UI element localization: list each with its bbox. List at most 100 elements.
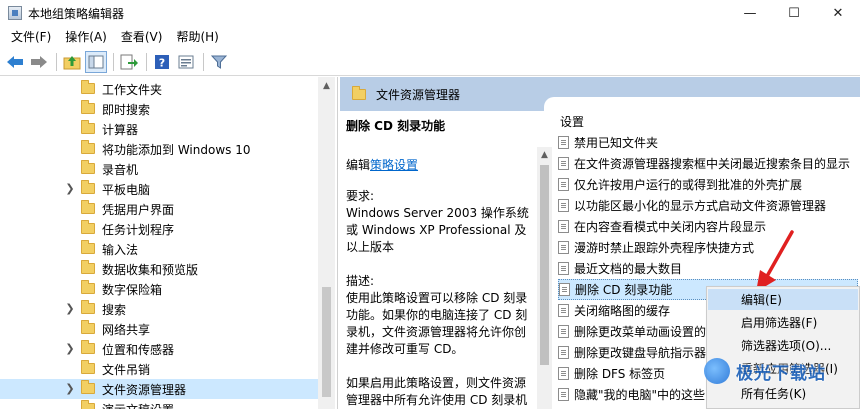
policy-setting-icon bbox=[558, 178, 569, 191]
menu-file[interactable]: 文件(F) bbox=[4, 26, 58, 48]
setting-label: 最近文档的最大数目 bbox=[574, 262, 683, 276]
settings-column-header[interactable]: 设置 bbox=[560, 113, 584, 130]
folder-icon bbox=[81, 140, 95, 154]
pane-header: 文件资源管理器 bbox=[340, 77, 860, 111]
tree-item[interactable]: 将功能添加到 Windows 10 bbox=[0, 139, 318, 159]
chevron-right-icon[interactable]: ❯ bbox=[64, 382, 76, 395]
setting-label: 在内容查看模式中关闭内容片段显示 bbox=[574, 220, 767, 234]
tree-item[interactable]: ❯ 位置和传感器 bbox=[0, 339, 318, 359]
tree-item[interactable]: 即时搜索 bbox=[0, 99, 318, 119]
setting-label: 关闭缩略图的缓存 bbox=[574, 304, 671, 318]
tree-item-label: 搜索 bbox=[102, 303, 127, 317]
policy-setting-icon bbox=[559, 283, 570, 296]
setting-label: 隐藏"我的电脑"中的这些 bbox=[574, 388, 706, 402]
description-block: 描述: 使用此策略设置可以移除 CD 刻录 功能。如果你的电脑连接了 CD 刻 … bbox=[346, 273, 529, 358]
tree-item[interactable]: ❯ 平板电脑 bbox=[0, 179, 318, 199]
setting-label: 以功能区最小化的显示方式启动文件资源管理器 bbox=[574, 199, 827, 213]
close-button[interactable]: ✕ bbox=[816, 0, 860, 26]
policy-setting-icon bbox=[558, 241, 569, 254]
scroll-up-icon[interactable]: ▲ bbox=[318, 77, 335, 94]
tree-item[interactable]: 计算器 bbox=[0, 119, 318, 139]
setting-label: 删除更改菜单动画设置的 bbox=[574, 325, 707, 339]
context-menu-enable-filter[interactable]: 启用筛选器(F) bbox=[708, 312, 858, 333]
menu-action[interactable]: 操作(A) bbox=[58, 26, 114, 48]
setting-label: 删除 CD 刻录功能 bbox=[575, 283, 673, 297]
chevron-right-icon[interactable]: ❯ bbox=[64, 342, 76, 355]
setting-row[interactable]: 最近文档的最大数目 bbox=[558, 258, 858, 279]
maximize-button[interactable]: ☐ bbox=[772, 0, 816, 26]
tree-item[interactable]: 数据收集和预览版 bbox=[0, 259, 318, 279]
scroll-thumb[interactable] bbox=[540, 165, 549, 365]
description-line: 建并修改可重写 CD。 bbox=[346, 342, 464, 356]
setting-label: 仅允许按用户运行的或得到批准的外壳扩展 bbox=[574, 178, 803, 192]
setting-row[interactable]: 以功能区最小化的显示方式启动文件资源管理器 bbox=[558, 195, 858, 216]
help-icon[interactable]: ? bbox=[151, 51, 173, 73]
properties-icon[interactable] bbox=[175, 51, 197, 73]
chevron-right-icon[interactable]: ❯ bbox=[64, 182, 76, 195]
tree-item-label: 任务计划程序 bbox=[102, 223, 175, 237]
svg-text:?: ? bbox=[159, 56, 165, 69]
tree-item[interactable]: 演示文稿设置 bbox=[0, 399, 318, 409]
context-menu-edit[interactable]: 编辑(E) bbox=[708, 289, 858, 310]
setting-label: 删除 DFS 标签页 bbox=[574, 367, 666, 381]
setting-label: 在文件资源管理器搜索框中关闭最近搜索条目的显示 bbox=[574, 157, 851, 171]
tree-item-label: 平板电脑 bbox=[102, 183, 151, 197]
requirements-line: 或 Windows XP Professional 及 bbox=[346, 223, 527, 237]
setting-row[interactable]: 漫游时禁止跟踪外壳程序快捷方式 bbox=[558, 237, 858, 258]
tree-pane[interactable]: 工作文件夹 即时搜索 计算器 将功能添加到 Windows 10 录音机 ❯ 平板… bbox=[0, 77, 338, 409]
chevron-right-icon[interactable]: ❯ bbox=[64, 302, 76, 315]
tree-item[interactable]: 任务计划程序 bbox=[0, 219, 318, 239]
scroll-up-icon[interactable]: ▲ bbox=[537, 147, 552, 162]
tree-item[interactable]: 输入法 bbox=[0, 239, 318, 259]
tree-item[interactable]: 网络共享 bbox=[0, 319, 318, 339]
show-hide-tree-icon[interactable] bbox=[85, 50, 107, 73]
menu-help[interactable]: 帮助(H) bbox=[169, 26, 225, 48]
tree-item[interactable]: 文件吊销 bbox=[0, 359, 318, 379]
setting-row[interactable]: 仅允许按用户运行的或得到批准的外壳扩展 bbox=[558, 174, 858, 195]
context-menu-all-tasks[interactable]: 所有任务(K) bbox=[708, 383, 858, 404]
tree-item[interactable]: 凭据用户界面 bbox=[0, 199, 318, 219]
folder-icon bbox=[81, 360, 95, 374]
toolbar-separator bbox=[146, 52, 147, 71]
context-menu-filter-options[interactable]: 筛选器选项(O)... bbox=[708, 335, 858, 356]
tree-item-label: 录音机 bbox=[102, 163, 139, 177]
forward-arrow-icon[interactable] bbox=[28, 51, 50, 73]
export-list-icon[interactable] bbox=[118, 51, 140, 73]
tree-item-file-explorer[interactable]: ❯ 文件资源管理器 bbox=[0, 379, 318, 399]
setting-row[interactable]: 禁用已知文件夹 bbox=[558, 132, 858, 153]
setting-label: 漫游时禁止跟踪外壳程序快捷方式 bbox=[574, 241, 755, 255]
description-scrollbar[interactable]: ▲ bbox=[537, 147, 552, 409]
menu-view[interactable]: 查看(V) bbox=[114, 26, 170, 48]
setting-row[interactable]: 在文件资源管理器搜索框中关闭最近搜索条目的显示 bbox=[558, 153, 858, 174]
tree-scrollbar[interactable]: ▲ bbox=[318, 77, 335, 409]
back-arrow-icon[interactable] bbox=[4, 51, 26, 73]
tree-item[interactable]: 录音机 bbox=[0, 159, 318, 179]
folder-icon bbox=[81, 260, 95, 274]
tree-item[interactable]: 工作文件夹 bbox=[0, 79, 318, 99]
tree-item-label: 凭据用户界面 bbox=[102, 203, 175, 217]
policy-setting-icon bbox=[558, 346, 569, 359]
tree-item[interactable]: ❯ 搜索 bbox=[0, 299, 318, 319]
folder-icon bbox=[81, 340, 95, 354]
folder-icon bbox=[81, 180, 95, 194]
policy-setting-icon bbox=[558, 220, 569, 233]
setting-row[interactable]: 在内容查看模式中关闭内容片段显示 bbox=[558, 216, 858, 237]
scroll-thumb[interactable] bbox=[322, 287, 331, 397]
policy-title: 删除 CD 刻录功能 bbox=[346, 119, 446, 133]
policy-settings-link[interactable]: 策略设置 bbox=[370, 158, 418, 172]
tree-item-label: 输入法 bbox=[102, 243, 139, 257]
pane-header-title: 文件资源管理器 bbox=[376, 88, 461, 102]
tree-item[interactable]: 数字保险箱 bbox=[0, 279, 318, 299]
window-controls: — ☐ ✕ bbox=[728, 0, 860, 26]
tree-item-label: 工作文件夹 bbox=[102, 83, 163, 97]
tree-item-label: 位置和传感器 bbox=[102, 343, 175, 357]
policy-setting-icon bbox=[558, 136, 569, 149]
minimize-button[interactable]: — bbox=[728, 0, 772, 26]
up-folder-icon[interactable] bbox=[61, 51, 83, 73]
tree-item-label: 文件资源管理器 bbox=[102, 383, 187, 397]
description-line: 录机，文件资源管理器将允许你创 bbox=[346, 325, 527, 339]
filter-icon[interactable] bbox=[208, 51, 230, 73]
toolbar: ? bbox=[0, 48, 860, 76]
description-label: 描述: bbox=[346, 274, 375, 288]
tree-item-label: 演示文稿设置 bbox=[102, 401, 174, 409]
